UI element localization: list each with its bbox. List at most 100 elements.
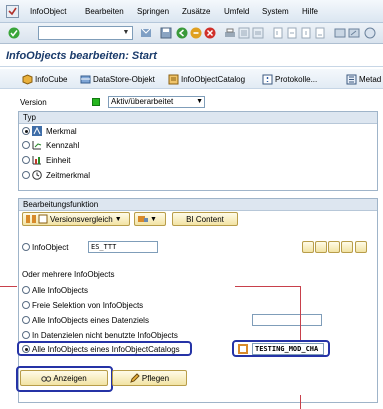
help-icon[interactable]	[364, 27, 376, 39]
standard-toolbar: ▼	[0, 23, 383, 44]
enter-icon[interactable]	[8, 27, 20, 39]
radio-kennzahl[interactable]	[22, 141, 30, 149]
display-icon[interactable]	[302, 241, 314, 253]
shortcut-icon[interactable]	[348, 27, 360, 39]
protokolle-button[interactable]: Protokolle...	[262, 73, 317, 85]
menu-bar: InfoObject Bearbeiten Springen Zusätze U…	[0, 0, 383, 23]
radio-einheit[interactable]	[22, 156, 30, 164]
radio-zeitmerkmal[interactable]	[22, 171, 30, 179]
merkmal-label: Merkmal	[46, 127, 77, 136]
version-icon	[38, 214, 48, 224]
alle-infoobjects-label: Alle InfoObjects	[32, 286, 89, 295]
nicht-benutzt-label: In Datenzielen nicht benutzte InfoObject…	[32, 331, 178, 340]
radio-freie-selektion[interactable]	[22, 301, 30, 309]
copy-icon[interactable]	[341, 241, 353, 253]
datenziel-label: Alle InfoObjects eines Datenziels	[32, 316, 149, 325]
print-icon[interactable]	[224, 27, 236, 39]
zeitmerkmal-label: Zeitmerkmal	[46, 171, 91, 180]
bi-content-label: BI Content	[186, 214, 224, 224]
sap-menu-icon[interactable]	[6, 5, 19, 18]
protokolle-label: Protokolle...	[275, 74, 318, 84]
compare-icon	[26, 215, 36, 223]
previous-page-icon[interactable]	[286, 27, 298, 39]
infocube-icon	[22, 73, 33, 85]
infoobject-input[interactable]: ES_TTT	[88, 241, 158, 253]
back-icon[interactable]	[140, 27, 152, 39]
cancel-icon[interactable]	[204, 27, 216, 39]
radio-datenziel[interactable]	[22, 316, 30, 324]
find-next-icon[interactable]	[252, 27, 264, 39]
datastore-object-label: DataStore-Objekt	[93, 74, 155, 84]
infoobjectcatalog-button[interactable]: InfoObjectCatalog	[168, 73, 245, 85]
typ-group-title: Typ	[19, 112, 377, 124]
menu-bearbeiten[interactable]: Bearbeiten	[85, 7, 124, 16]
menu-springen[interactable]: Springen	[137, 7, 169, 16]
catalog-input[interactable]: TESTING_MOD_CHA	[252, 343, 324, 355]
annotation-line-left	[0, 286, 17, 287]
radio-merkmal[interactable]	[22, 127, 30, 135]
page-title: InfoObjects bearbeiten: Start	[6, 50, 157, 62]
metadata-label: Metad	[359, 74, 382, 84]
exit-icon[interactable]	[190, 27, 202, 39]
metadata-button[interactable]: Metad	[346, 73, 381, 85]
menu-infoobject[interactable]: InfoObject	[30, 7, 66, 16]
command-field[interactable]: ▼	[38, 26, 133, 40]
catalog-icon	[168, 74, 179, 84]
radio-infoobject[interactable]	[22, 243, 30, 251]
menu-hilfe[interactable]: Hilfe	[302, 7, 318, 16]
edit-icon[interactable]	[315, 241, 327, 253]
pencil-icon	[130, 373, 140, 383]
menu-zusaetze[interactable]: Zusätze	[182, 7, 210, 16]
title-divider	[0, 66, 383, 67]
annotation-line-bottom	[300, 395, 301, 409]
application-toolbar: InfoCube DataStore-Objekt InfoObjectCata…	[0, 69, 383, 89]
radio-nicht-benutzt[interactable]	[22, 331, 30, 339]
catalog-icon	[238, 344, 248, 354]
next-page-icon[interactable]	[300, 27, 312, 39]
datastore-icon	[80, 75, 91, 83]
anzeigen-label: Anzeigen	[53, 373, 87, 383]
chevron-down-icon[interactable]: ▼	[196, 97, 203, 107]
freie-selektion-label: Freie Selektion von InfoObjects	[32, 301, 144, 310]
pflegen-label: Pflegen	[141, 373, 170, 383]
kennzahl-label: Kennzahl	[46, 141, 80, 150]
glasses-icon	[41, 376, 52, 382]
merkmal-icon	[32, 126, 42, 136]
bearbeitungsfunktion-group-title: Bearbeitungsfunktion	[19, 199, 377, 211]
catalog-option-label: Alle InfoObjects eines InfoObjectCatalog…	[32, 345, 180, 354]
infocube-button[interactable]: InfoCube	[22, 73, 67, 85]
infoobjectcatalog-label: InfoObjectCatalog	[181, 74, 246, 84]
version-label: Version	[20, 98, 47, 107]
version-select[interactable]: Aktiv/überarbeitet ▼	[108, 96, 205, 108]
create-icon[interactable]	[328, 241, 340, 253]
pflegen-button[interactable]: Pflegen	[112, 370, 187, 386]
kennzahl-icon	[32, 141, 42, 150]
einheit-label: Einheit	[46, 156, 71, 165]
chevron-down-icon[interactable]: ▼	[121, 28, 131, 38]
chevron-down-icon[interactable]: ▼	[115, 216, 122, 223]
annotation-line-top	[235, 286, 301, 287]
einheit-icon	[32, 156, 41, 165]
transport-button[interactable]: ▼	[134, 212, 166, 226]
delete-icon[interactable]	[355, 241, 367, 253]
first-page-icon[interactable]	[272, 27, 284, 39]
radio-alle-infoobjects[interactable]	[22, 286, 30, 294]
datenziel-input[interactable]	[252, 314, 322, 326]
log-icon	[262, 74, 273, 84]
versionsvergleich-label: Versionsvergleich	[50, 214, 113, 224]
find-icon[interactable]	[238, 27, 250, 39]
anzeigen-button[interactable]: Anzeigen	[20, 370, 108, 386]
last-page-icon[interactable]	[314, 27, 326, 39]
versionsvergleich-button[interactable]: Versionsvergleich ▼	[22, 212, 130, 226]
bi-content-button[interactable]: BI Content	[172, 212, 238, 226]
chevron-down-icon[interactable]: ▼	[150, 216, 157, 223]
save-icon[interactable]	[160, 27, 172, 39]
infocube-label: InfoCube	[35, 74, 68, 84]
back-arrow-icon[interactable]	[176, 27, 188, 39]
mehrere-label: Oder mehrere InfoObjects	[22, 270, 115, 279]
menu-umfeld[interactable]: Umfeld	[224, 7, 249, 16]
menu-system[interactable]: System	[262, 7, 289, 16]
new-session-icon[interactable]	[334, 27, 346, 39]
datastore-object-button[interactable]: DataStore-Objekt	[80, 73, 155, 85]
radio-catalog[interactable]	[22, 345, 30, 353]
